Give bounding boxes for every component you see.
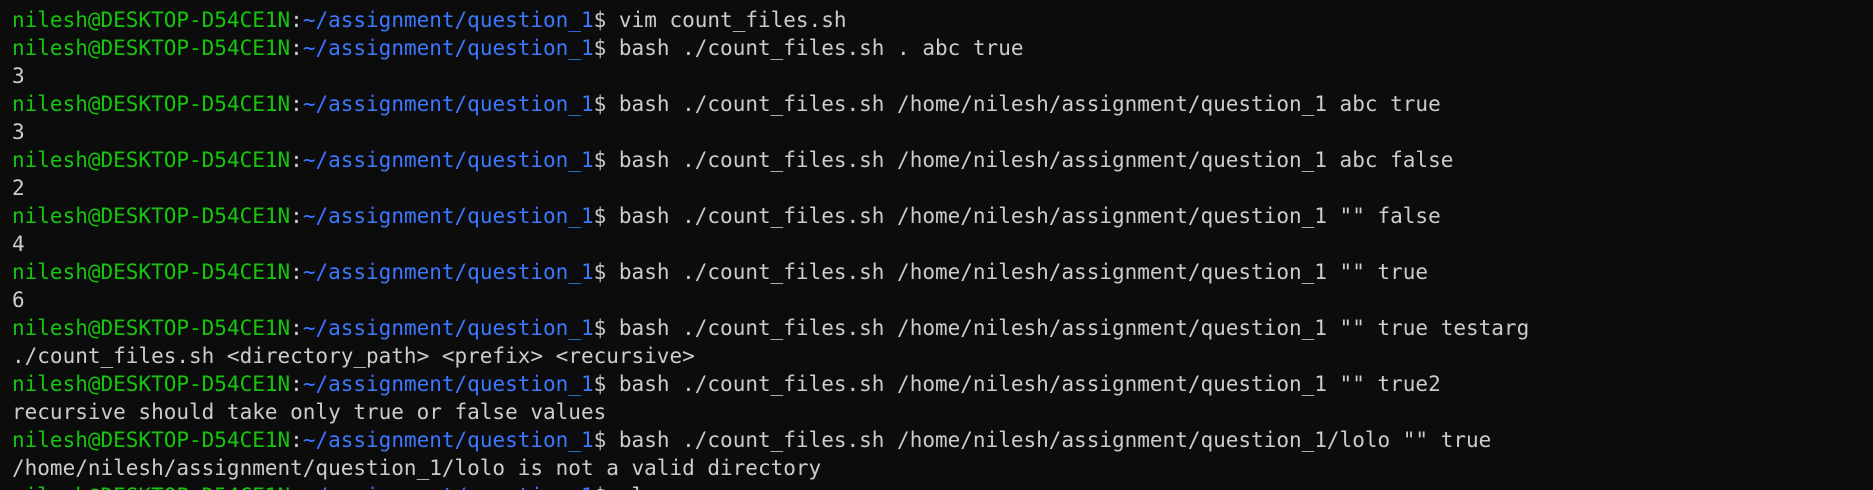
command-text: bash ./count_files.sh /home/nilesh/assig… xyxy=(618,316,1530,340)
prompt-symbol: $ xyxy=(593,428,619,452)
prompt-symbol: $ xyxy=(593,148,619,172)
prompt-user-host: nilesh@DESKTOP-D54CE1N xyxy=(12,484,290,490)
command-text: bash ./count_files.sh /home/nilesh/assig… xyxy=(618,92,1441,116)
prompt-symbol: $ xyxy=(593,372,619,396)
prompt-path: ~/assignment/question_1 xyxy=(302,204,594,228)
command-text: bash ./count_files.sh /home/nilesh/assig… xyxy=(618,204,1441,228)
prompt-path: ~/assignment/question_1 xyxy=(302,36,594,60)
prompt-path: ~/assignment/question_1 xyxy=(302,148,594,172)
prompt-symbol: $ xyxy=(593,316,619,340)
prompt-symbol: $ xyxy=(593,204,619,228)
prompt-symbol: $ xyxy=(593,92,619,116)
output-line: ./count_files.sh <directory_path> <prefi… xyxy=(12,344,695,368)
prompt-user-host: nilesh@DESKTOP-D54CE1N xyxy=(12,92,291,116)
prompt-user-host: nilesh@DESKTOP-D54CE1N xyxy=(12,8,291,32)
output-line: 3 xyxy=(12,120,25,144)
output-line: 2 xyxy=(12,176,25,200)
prompt-path: ~/assignment/question_1 xyxy=(303,484,594,490)
prompt-separator: : xyxy=(290,316,303,340)
prompt-separator: : xyxy=(290,484,303,490)
prompt-user-host: nilesh@DESKTOP-D54CE1N xyxy=(12,148,291,172)
command-line: nilesh@DESKTOP-D54CE1N:~/assignment/ques… xyxy=(12,482,1873,490)
command-text: vim count_files.sh xyxy=(618,8,847,32)
prompt-symbol: $ xyxy=(593,260,619,284)
prompt-separator: : xyxy=(290,36,303,60)
command-text: cl xyxy=(619,484,644,490)
output-line: recursive should take only true or false… xyxy=(12,400,607,424)
output-line: 3 xyxy=(12,64,25,88)
prompt-user-host: nilesh@DESKTOP-D54CE1N xyxy=(12,36,291,60)
command-text: bash ./count_files.sh /home/nilesh/assig… xyxy=(618,372,1441,396)
prompt-user-host: nilesh@DESKTOP-D54CE1N xyxy=(12,204,291,228)
output-line: /home/nilesh/assignment/question_1/lolo … xyxy=(12,456,822,480)
command-line: nilesh@DESKTOP-D54CE1N:~/assignment/ques… xyxy=(12,314,1873,342)
output-line: 6 xyxy=(12,288,25,312)
command-text: bash ./count_files.sh . abc true xyxy=(618,36,1024,60)
prompt-user-host: nilesh@DESKTOP-D54CE1N xyxy=(12,372,291,396)
terminal-output: nilesh@DESKTOP-D54CE1N:~/assignment/ques… xyxy=(12,6,1873,490)
prompt-path: ~/assignment/question_1 xyxy=(302,372,594,396)
prompt-path: ~/assignment/question_1 xyxy=(302,8,594,32)
prompt-symbol: $ xyxy=(594,484,619,490)
command-line: nilesh@DESKTOP-D54CE1N:~/assignment/ques… xyxy=(12,90,1873,118)
prompt-separator: : xyxy=(290,8,303,32)
prompt-user-host: nilesh@DESKTOP-D54CE1N xyxy=(12,428,291,452)
command-line: nilesh@DESKTOP-D54CE1N:~/assignment/ques… xyxy=(12,146,1873,174)
command-text: bash ./count_files.sh /home/nilesh/assig… xyxy=(618,148,1454,172)
command-line: nilesh@DESKTOP-D54CE1N:~/assignment/ques… xyxy=(12,34,1873,62)
terminal-window[interactable]: nilesh@DESKTOP-D54CE1N:~/assignment/ques… xyxy=(0,0,1873,490)
prompt-separator: : xyxy=(290,204,303,228)
prompt-separator: : xyxy=(290,148,303,172)
prompt-user-host: nilesh@DESKTOP-D54CE1N xyxy=(12,260,291,284)
prompt-symbol: $ xyxy=(593,36,619,60)
command-line: nilesh@DESKTOP-D54CE1N:~/assignment/ques… xyxy=(12,426,1873,454)
prompt-separator: : xyxy=(290,428,303,452)
command-line: nilesh@DESKTOP-D54CE1N:~/assignment/ques… xyxy=(12,202,1873,230)
command-line: nilesh@DESKTOP-D54CE1N:~/assignment/ques… xyxy=(12,370,1873,398)
prompt-path: ~/assignment/question_1 xyxy=(302,428,594,452)
prompt-path: ~/assignment/question_1 xyxy=(302,260,594,284)
prompt-path: ~/assignment/question_1 xyxy=(302,316,594,340)
prompt-separator: : xyxy=(290,260,303,284)
output-line: 4 xyxy=(12,232,25,256)
prompt-separator: : xyxy=(290,372,303,396)
command-text: bash ./count_files.sh /home/nilesh/assig… xyxy=(618,428,1492,452)
command-line: nilesh@DESKTOP-D54CE1N:~/assignment/ques… xyxy=(12,6,1873,34)
prompt-symbol: $ xyxy=(593,8,619,32)
command-line: nilesh@DESKTOP-D54CE1N:~/assignment/ques… xyxy=(12,258,1873,286)
prompt-separator: : xyxy=(290,92,303,116)
prompt-path: ~/assignment/question_1 xyxy=(302,92,594,116)
command-text: bash ./count_files.sh /home/nilesh/assig… xyxy=(618,260,1429,284)
prompt-user-host: nilesh@DESKTOP-D54CE1N xyxy=(12,316,291,340)
